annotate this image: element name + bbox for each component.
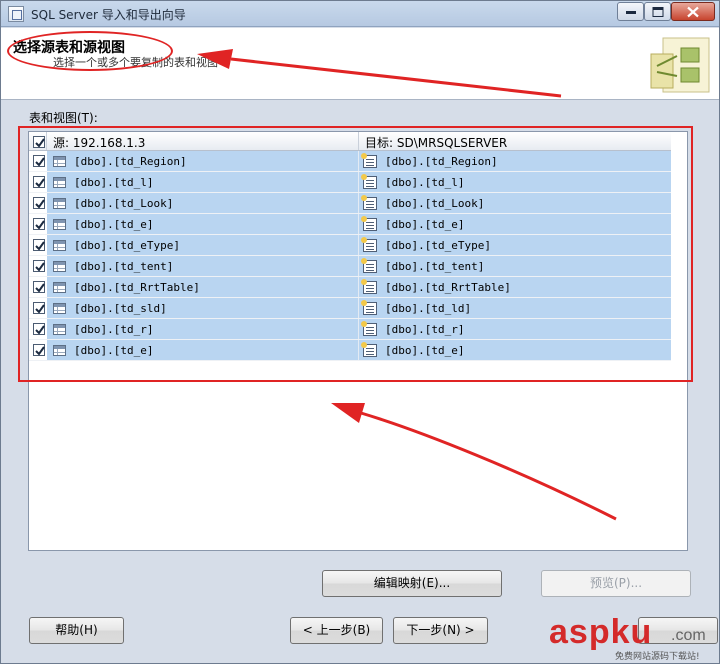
preview-button[interactable]: 预览(P)... bbox=[541, 570, 691, 597]
wizard-header: 选择源表和源视图 选择一个或多个要复制的表和视图 bbox=[1, 28, 719, 100]
annotation-ellipse bbox=[7, 31, 173, 71]
watermark: aspku .com 免费网站源码下载站! bbox=[549, 613, 719, 663]
watermark-brand: aspku bbox=[549, 613, 653, 651]
watermark-tagline: 免费网站源码下载站! bbox=[615, 652, 700, 662]
annotation-rectangle bbox=[18, 126, 693, 382]
wizard-window: SQL Server 导入和导出向导 选择源表和源视图 选择一个或多个要复制的表… bbox=[0, 0, 720, 664]
window-title: SQL Server 导入和导出向导 bbox=[31, 8, 186, 22]
close-button[interactable] bbox=[671, 2, 715, 21]
window-controls bbox=[617, 2, 715, 21]
tables-views-label: 表和视图(T): bbox=[29, 111, 98, 125]
maximize-button[interactable] bbox=[644, 2, 671, 21]
minimize-button[interactable] bbox=[617, 2, 644, 21]
app-icon bbox=[8, 6, 24, 22]
wizard-graphic-icon bbox=[650, 37, 710, 93]
back-button[interactable]: < 上一步(B) bbox=[290, 617, 383, 644]
watermark-suffix: .com bbox=[671, 627, 706, 644]
help-button[interactable]: 帮助(H) bbox=[29, 617, 124, 644]
next-button[interactable]: 下一步(N) > bbox=[393, 617, 488, 644]
title-bar[interactable]: SQL Server 导入和导出向导 bbox=[1, 1, 719, 27]
edit-mapping-button[interactable]: 编辑映射(E)... bbox=[322, 570, 502, 597]
